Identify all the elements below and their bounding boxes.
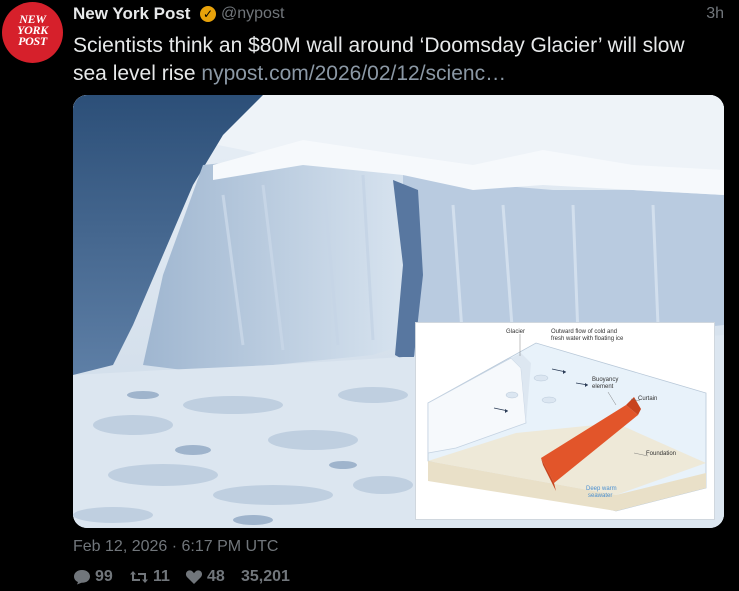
diagram-label-outward-2: fresh water with floating ice	[551, 336, 624, 342]
diagram-label-deep-2: seawater	[588, 493, 613, 499]
diagram-label-deep-1: Deep warm	[586, 486, 617, 492]
like-button[interactable]: 48	[185, 566, 225, 588]
post-date[interactable]: Feb 12, 2026 · 6:17 PM UTC	[73, 538, 278, 556]
views-stat: 35,201	[241, 566, 290, 588]
post-link[interactable]: nypost.com/2026/02/12/scienc…	[201, 62, 506, 85]
author-handle[interactable]: @nypost	[221, 5, 284, 23]
diagram-label-buoyancy-2: element	[592, 384, 614, 390]
post-header: New York Post ✓ @nypost 3h	[73, 4, 728, 26]
retweet-button[interactable]: 11	[129, 566, 170, 588]
author-name[interactable]: New York Post	[73, 4, 190, 24]
reply-count: 99	[95, 568, 113, 585]
view-count: 35,201	[241, 568, 290, 585]
diagram-label-curtain: Curtain	[638, 396, 658, 402]
like-icon	[185, 570, 203, 584]
avatar-line-3: POST	[18, 34, 47, 48]
post-time[interactable]: 3h	[706, 5, 724, 23]
reply-icon	[74, 570, 90, 585]
avatar[interactable]: NEW YORK POST	[2, 2, 63, 63]
post-image[interactable]: Glacier Outward flow of cold and fresh w…	[73, 95, 724, 528]
barrier-diagram-graphic	[427, 334, 707, 512]
avatar-logo-text: NEW YORK POST	[2, 13, 63, 48]
post-actions: 99 11 48 35,201	[73, 566, 373, 588]
diagram-label-glacier: Glacier	[506, 329, 526, 335]
post-text: Scientists think an $80M wall around ‘Do…	[73, 32, 713, 88]
reply-button[interactable]: 99	[73, 566, 113, 588]
retweet-count: 11	[153, 568, 170, 585]
diagram-label-buoyancy-1: Buoyancy	[592, 377, 619, 383]
retweet-icon	[130, 571, 148, 583]
like-count: 48	[207, 568, 225, 585]
diagram-label-foundation: Foundation	[646, 451, 677, 457]
diagram-label-outward-1: Outward flow of cold and	[551, 329, 618, 335]
verified-badge-icon: ✓	[200, 6, 216, 22]
barrier-diagram: Glacier Outward flow of cold and fresh w…	[415, 322, 715, 520]
